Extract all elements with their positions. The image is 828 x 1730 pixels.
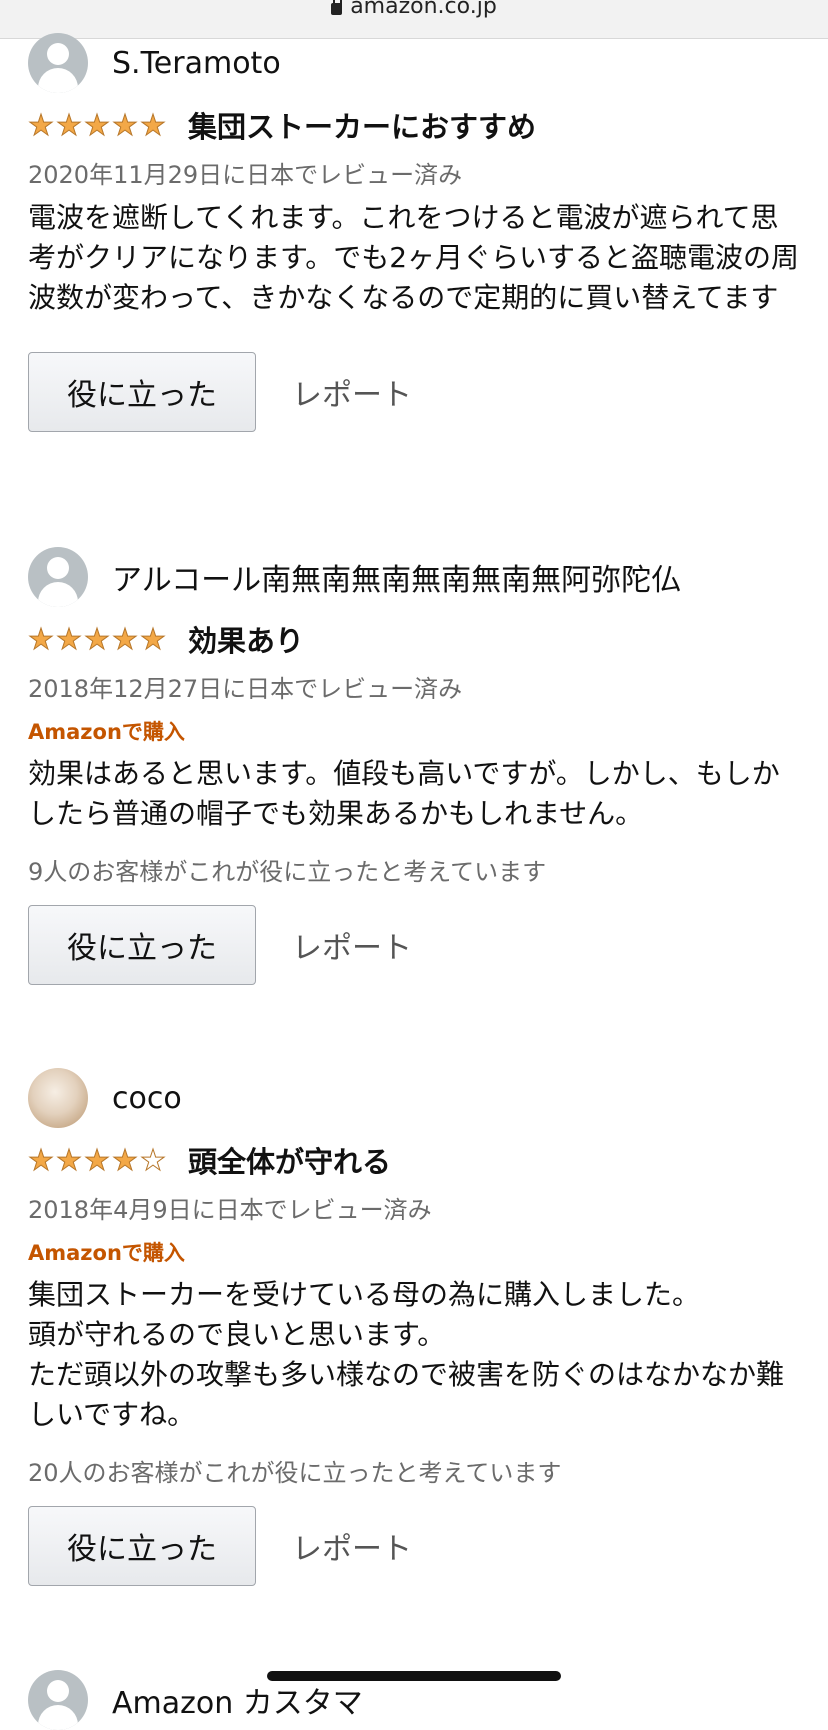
- helpful-button[interactable]: 役に立った: [28, 1506, 256, 1586]
- helpful-count: 20人のお客様がこれが役に立ったと考えています: [28, 1459, 562, 1487]
- star-icon: ★: [112, 107, 139, 142]
- star-icon: ★: [28, 1142, 55, 1177]
- default-avatar-icon: [28, 1670, 88, 1730]
- verified-purchase-badge: Amazonで購入: [28, 720, 185, 744]
- user-photo-avatar: [28, 1068, 88, 1128]
- default-avatar-icon: [28, 547, 88, 607]
- star-icon: ★: [112, 621, 139, 656]
- verified-purchase-badge: Amazonで購入: [28, 1241, 185, 1265]
- url-text: amazon.co.jp: [350, 0, 497, 19]
- default-avatar-icon: [28, 33, 88, 93]
- star-icon: ★: [28, 621, 55, 656]
- helpful-button[interactable]: 役に立った: [28, 352, 256, 432]
- review-card: coco ★ ★ ★ ★ ★ 頭全体が守れる 2018年4月9日に日本でレビュー…: [28, 1068, 800, 1586]
- reviewer-name: アルコール南無南無南無南無南無阿弥陀仏: [112, 563, 682, 598]
- helpful-count: 9人のお客様がこれが役に立ったと考えています: [28, 858, 547, 886]
- lock-icon: [331, 0, 343, 15]
- star-rating: ★ ★ ★ ★ ★: [28, 107, 167, 142]
- home-indicator[interactable]: [267, 1671, 561, 1681]
- review-title[interactable]: 集団ストーカーにおすすめ: [188, 104, 536, 146]
- report-link[interactable]: レポート: [292, 370, 412, 414]
- star-icon: ★: [56, 1142, 83, 1177]
- star-icon: ★: [84, 621, 111, 656]
- helpful-button[interactable]: 役に立った: [28, 905, 256, 985]
- reviewer-profile[interactable]: coco: [28, 1068, 800, 1128]
- star-rating: ★ ★ ★ ★ ★: [28, 621, 167, 656]
- reviewer-profile[interactable]: S.Teramoto: [28, 33, 800, 93]
- star-icon: ★: [84, 1142, 111, 1177]
- review-body: 電波を遮断してくれます。これをつけると電波が遮られて思考がクリアになります。でも…: [28, 201, 800, 314]
- review-date: 2020年11月29日に日本でレビュー済み: [28, 161, 463, 189]
- review-card: S.Teramoto ★ ★ ★ ★ ★ 集団ストーカーにおすすめ 2020年1…: [28, 33, 800, 432]
- review-title[interactable]: 効果あり: [188, 618, 304, 660]
- star-icon: ★: [84, 107, 111, 142]
- review-title[interactable]: 頭全体が守れる: [188, 1139, 391, 1181]
- reviewer-name: coco: [112, 1080, 182, 1116]
- review-date: 2018年12月27日に日本でレビュー済み: [28, 675, 463, 703]
- star-rating: ★ ★ ★ ★ ★: [28, 1142, 167, 1177]
- reviewer-name: S.Teramoto: [112, 45, 281, 81]
- review-body: 効果はあると思います。値段も高いですが。しかし、もしかしたら普通の帽子でも効果あ…: [28, 757, 780, 830]
- star-icon: ★: [56, 107, 83, 142]
- star-icon: ★: [28, 107, 55, 142]
- star-icon: ★: [56, 621, 83, 656]
- review-date: 2018年4月9日に日本でレビュー済み: [28, 1196, 432, 1224]
- star-icon: ★: [140, 107, 167, 142]
- empty-star-icon: ★: [140, 1142, 167, 1177]
- reviewer-name: Amazon カスタマ: [112, 1686, 363, 1721]
- review-body: 集団ストーカーを受けている母の為に購入しました。 頭が守れるので良いと思います。…: [28, 1278, 785, 1431]
- review-card: アルコール南無南無南無南無南無阿弥陀仏 ★ ★ ★ ★ ★ 効果あり 2018年…: [28, 547, 800, 985]
- star-icon: ★: [140, 621, 167, 656]
- report-link[interactable]: レポート: [292, 1524, 412, 1568]
- report-link[interactable]: レポート: [292, 923, 412, 967]
- star-icon: ★: [112, 1142, 139, 1177]
- reviewer-profile[interactable]: アルコール南無南無南無南無南無阿弥陀仏: [28, 547, 800, 607]
